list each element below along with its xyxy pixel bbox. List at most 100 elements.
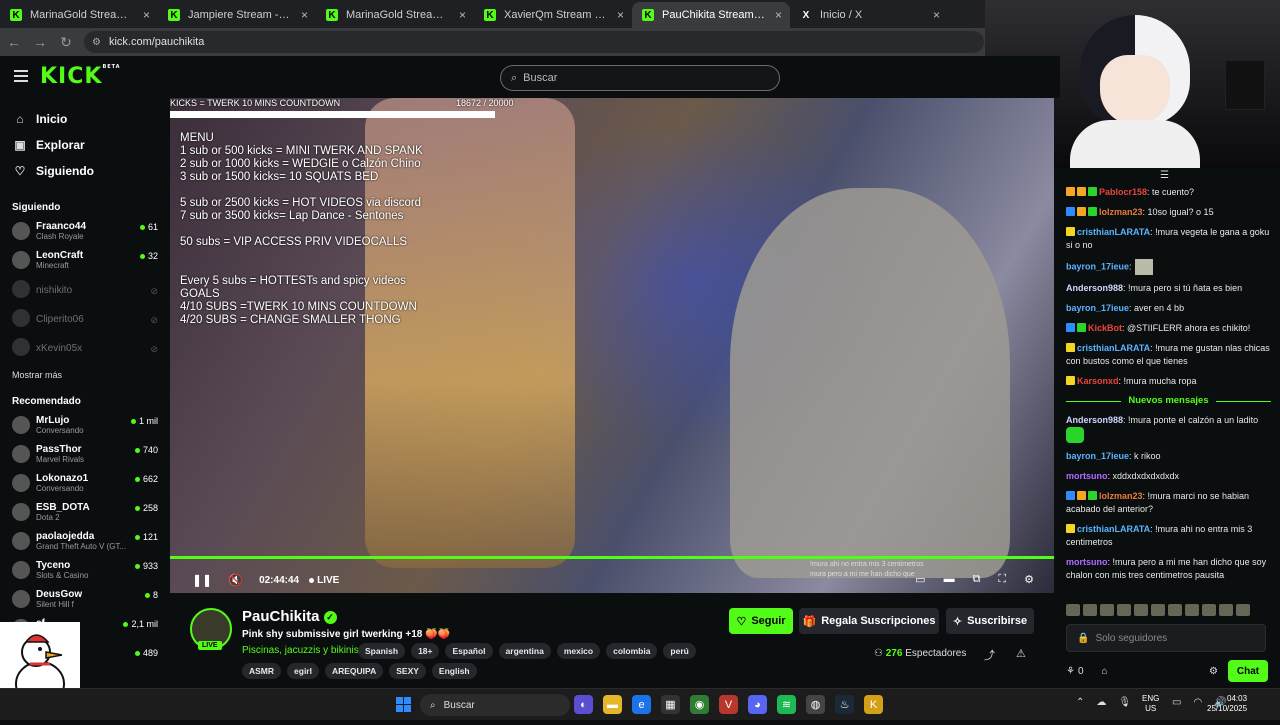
video-player[interactable]: KICKS = TWERK 10 MINS COUNTDOWN 18672 / … xyxy=(170,98,1054,593)
streamer-name[interactable]: PauChikita ✓ xyxy=(242,608,337,625)
emote-icon[interactable] xyxy=(1066,604,1080,616)
close-icon[interactable]: × xyxy=(617,8,624,22)
sidebar-channel[interactable]: Fraanco44 Clash Royale 61 xyxy=(0,219,170,248)
browser-tab[interactable]: K MarinaGold Stream - Watch Live × xyxy=(0,2,158,28)
copilot-icon[interactable]: ◐ xyxy=(574,695,593,714)
store-icon[interactable]: ⌂ xyxy=(1102,666,1108,677)
emote-icon[interactable] xyxy=(1117,604,1131,616)
chat-username[interactable]: lolzman23 xyxy=(1099,207,1143,217)
stream-tag[interactable]: 18+ xyxy=(411,643,440,659)
stream-category[interactable]: Piscinas, jacuzzis y bikinis xyxy=(242,645,359,656)
stream-tag[interactable]: colombia xyxy=(606,643,658,659)
sidebar-channel[interactable]: Cliperito06 ⊘ xyxy=(0,306,170,335)
emote-icon[interactable] xyxy=(1151,604,1165,616)
sidebar-channel[interactable]: xKevin05x ⊘ xyxy=(0,335,170,364)
mute-icon[interactable]: 🔇 xyxy=(228,573,243,587)
chat-username[interactable]: cristhianLARATA xyxy=(1077,524,1150,534)
sidebar-channel[interactable]: Lokonazo1 Conversando 662 xyxy=(0,471,170,500)
show-more-link[interactable]: Mostrar más xyxy=(0,370,170,380)
close-icon[interactable]: × xyxy=(933,8,940,22)
chrome-icon[interactable]: ◉ xyxy=(690,695,709,714)
browser-tab[interactable]: X Inicio / X × xyxy=(790,2,948,28)
chat-username[interactable]: Anderson988 xyxy=(1066,415,1123,425)
clip-icon[interactable]: ▭ xyxy=(915,573,925,586)
chevron-up-icon[interactable]: ⌃ xyxy=(1076,697,1084,708)
sidebar-channel[interactable]: nishikito ⊘ xyxy=(0,277,170,306)
kick-logo[interactable]: KICKBETA xyxy=(40,64,121,89)
gift-subs-button[interactable]: 🎁 Regala Suscripciones xyxy=(799,608,939,634)
browser-tab[interactable]: K MarinaGold Stream - Watch Live × xyxy=(316,2,474,28)
stream-tag[interactable]: egirl xyxy=(287,663,319,679)
chat-username[interactable]: mortsuno xyxy=(1066,471,1108,481)
chat-filter-icon[interactable]: ☰ xyxy=(1160,170,1169,181)
emote-icon[interactable] xyxy=(1083,604,1097,616)
emote-icon[interactable] xyxy=(1236,604,1250,616)
fullscreen-icon[interactable]: ⛶ xyxy=(998,573,1006,586)
browser-tab[interactable]: K XavierQm Stream - Watch Live × xyxy=(474,2,632,28)
sidebar-item-siguiendo[interactable]: ♡ Siguiendo xyxy=(0,158,170,184)
stream-tag[interactable]: AREQUIPA xyxy=(324,663,384,679)
edge-icon[interactable]: e xyxy=(632,695,651,714)
language-indicator[interactable]: ENG US xyxy=(1142,694,1159,714)
close-icon[interactable]: × xyxy=(459,8,466,22)
chat-username[interactable]: KickBot xyxy=(1088,323,1122,333)
site-info-icon[interactable]: ⚙ xyxy=(92,37,101,48)
chat-username[interactable]: mortsuno xyxy=(1066,557,1108,567)
app-icon[interactable]: K xyxy=(864,695,883,714)
sidebar-channel[interactable]: Tyceno Slots & Casino 933 xyxy=(0,558,170,587)
sidebar-channel[interactable]: DeusGow Silent Hill f8 xyxy=(0,587,170,616)
microphone-icon[interactable]: 🎙 xyxy=(1118,697,1131,708)
follow-button[interactable]: ♡ Seguir xyxy=(729,608,793,634)
sidebar-channel[interactable]: ESB_DOTA Dota 2 258 xyxy=(0,500,170,529)
stream-tag[interactable]: English xyxy=(431,663,477,679)
points-icon[interactable]: ⚘ xyxy=(1066,666,1075,677)
live-indicator[interactable]: LIVE xyxy=(309,575,339,586)
send-chat-button[interactable]: Chat xyxy=(1228,660,1268,682)
browser-tab[interactable]: K Jampiere Stream - Watch Live o × xyxy=(158,2,316,28)
chat-username[interactable]: bayron_17ieue xyxy=(1066,261,1129,271)
cloud-icon[interactable]: ☁ xyxy=(1096,697,1106,708)
file-explorer-icon[interactable]: ▬ xyxy=(603,695,622,714)
emote-icon[interactable] xyxy=(1134,604,1148,616)
pip-icon[interactable]: ⧉ xyxy=(973,573,981,586)
wifi-icon[interactable]: ◠ xyxy=(1193,697,1202,708)
stream-tag[interactable]: perú xyxy=(663,643,696,659)
stream-tag[interactable]: argentina xyxy=(498,643,551,659)
chat-username[interactable]: Karsonxd xyxy=(1077,376,1119,386)
steam-icon[interactable]: ♨ xyxy=(835,695,854,714)
share-icon[interactable]: ⤴ xyxy=(984,647,995,663)
emote-icon[interactable] xyxy=(1100,604,1114,616)
app-icon[interactable]: ◍ xyxy=(806,695,825,714)
chat-username[interactable]: bayron_17ieue xyxy=(1066,303,1129,313)
new-messages-divider[interactable]: Nuevos mensajes xyxy=(1066,395,1271,406)
sidebar-item-inicio[interactable]: ⌂ Inicio xyxy=(0,106,170,132)
stream-tag[interactable]: mexico xyxy=(556,643,601,659)
sidebar-channel[interactable]: PassThor Marvel Rivals 740 xyxy=(0,442,170,471)
emote-icon[interactable] xyxy=(1185,604,1199,616)
chat-settings-icon[interactable]: ⚙ xyxy=(1209,666,1218,677)
chat-username[interactable]: cristhianLARATA xyxy=(1077,227,1150,237)
windows-start-icon[interactable] xyxy=(396,697,411,712)
settings-gear-icon[interactable]: ⚙ xyxy=(1024,573,1034,586)
emote-icon[interactable] xyxy=(1202,604,1216,616)
spotify-icon[interactable]: ≋ xyxy=(777,695,796,714)
chat-input[interactable]: 🔒 Solo seguidores xyxy=(1066,624,1266,652)
chat-username[interactable]: bayron_17ieue xyxy=(1066,451,1129,461)
emote-icon[interactable] xyxy=(1168,604,1182,616)
sidebar-channel[interactable]: LeonCraft Minecraft 32 xyxy=(0,248,170,277)
close-icon[interactable]: × xyxy=(143,8,150,22)
stream-tag[interactable]: SEXY xyxy=(389,663,426,679)
chat-username[interactable]: Anderson988 xyxy=(1066,283,1123,293)
url-field[interactable]: ⚙ kick.com/pauchikita xyxy=(84,31,984,53)
video-progress-bar[interactable] xyxy=(170,556,1054,559)
chat-username[interactable]: cristhianLARATA xyxy=(1077,343,1150,353)
report-icon[interactable]: ⚠ xyxy=(1016,647,1026,660)
subscribe-button[interactable]: ✧ Suscribirse xyxy=(946,608,1034,634)
taskbar-search[interactable]: ⌕ Buscar xyxy=(420,694,570,716)
stream-tag[interactable]: Spanish xyxy=(358,643,406,659)
forward-arrow-icon[interactable]: → xyxy=(28,34,52,50)
sidebar-channel[interactable]: paolaojedda Grand Theft Auto V (GT... 121 xyxy=(0,529,170,558)
browser-tab[interactable]: K PauChikita Stream - Watch Live × xyxy=(632,2,790,28)
chat-username[interactable]: lolzman23 xyxy=(1099,491,1143,501)
close-icon[interactable]: × xyxy=(775,8,782,22)
